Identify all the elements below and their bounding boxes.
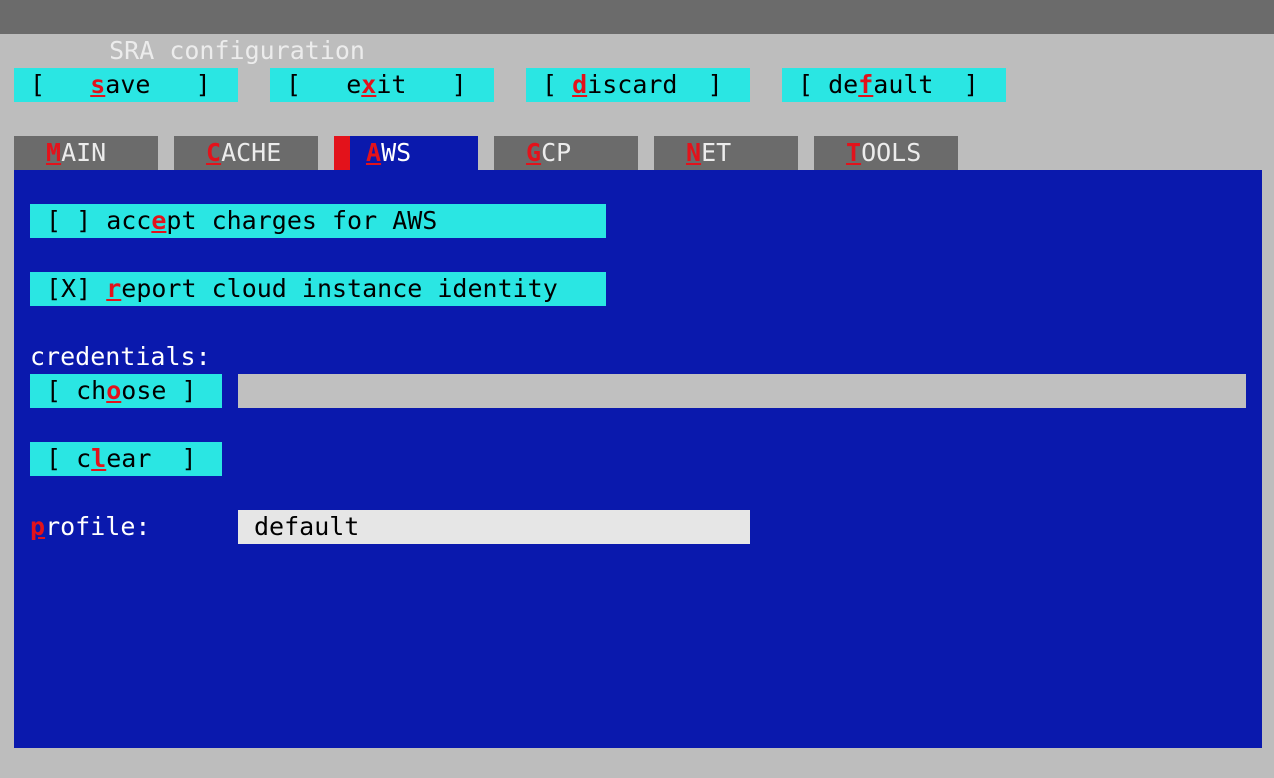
credentials-field[interactable] bbox=[238, 374, 1246, 408]
profile-input[interactable]: default bbox=[238, 510, 750, 544]
tab-cache[interactable]: CACHE bbox=[174, 136, 318, 170]
tab-tools[interactable]: TOOLS bbox=[814, 136, 958, 170]
clear-button[interactable]: [ clear ] bbox=[30, 442, 222, 476]
tab-aws[interactable]: AWS bbox=[334, 136, 478, 170]
window-title: SRA configuration bbox=[109, 36, 365, 65]
default-button[interactable]: [ default ] bbox=[782, 68, 1006, 102]
tab-gcp[interactable]: GCP bbox=[494, 136, 638, 170]
tab-main[interactable]: MAIN bbox=[14, 136, 158, 170]
title-bar: SRA configuration bbox=[0, 0, 1274, 65]
save-button[interactable]: [ save ] bbox=[14, 68, 238, 102]
exit-button[interactable]: [ exit ] bbox=[270, 68, 494, 102]
report-identity-checkbox[interactable]: [X] report cloud instance identity bbox=[30, 272, 606, 306]
profile-label: profile: bbox=[30, 512, 151, 541]
discard-button[interactable]: [ discard ] bbox=[526, 68, 750, 102]
tab-net[interactable]: NET bbox=[654, 136, 798, 170]
choose-button[interactable]: [ choose ] bbox=[30, 374, 222, 408]
accept-charges-checkbox[interactable]: [ ] accept charges for AWS bbox=[30, 204, 606, 238]
credentials-label: credentials: bbox=[30, 342, 211, 371]
active-tab-marker bbox=[334, 136, 350, 170]
